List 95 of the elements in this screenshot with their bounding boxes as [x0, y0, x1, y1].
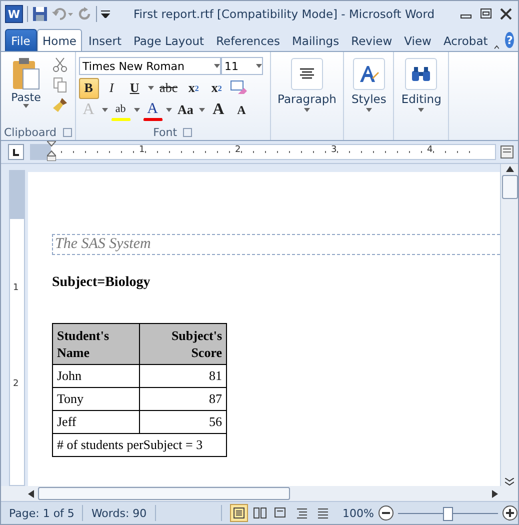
horizontal-scrollbar[interactable] — [1, 486, 518, 501]
ribbon-tab[interactable]: Insert — [82, 29, 128, 51]
font-size-field[interactable]: 11 — [220, 57, 263, 75]
caret-icon[interactable] — [166, 108, 172, 112]
column-header: Student's Name — [52, 324, 140, 364]
strikethrough-button[interactable]: abc — [156, 78, 181, 98]
vertical-ruler[interactable]: 1 2 — [9, 170, 25, 486]
highlight-button[interactable]: ab — [110, 100, 131, 120]
caret-icon[interactable] — [366, 108, 372, 112]
caret-icon[interactable] — [148, 86, 154, 90]
caret-icon[interactable] — [199, 108, 206, 112]
table-cell: 81 — [140, 364, 226, 388]
zoom-in-icon[interactable] — [502, 505, 518, 521]
table-cell: Jeff — [52, 410, 140, 434]
page-count[interactable]: Page: 1 of 5 — [1, 505, 84, 521]
book-icon — [252, 505, 268, 521]
caret-icon[interactable] — [23, 104, 29, 108]
ribbon-tab[interactable]: References — [210, 29, 286, 51]
paste-button[interactable]: Paste — [4, 55, 48, 124]
scroll-right-arrow-icon[interactable] — [492, 490, 498, 498]
clear-formatting-icon[interactable] — [230, 80, 248, 96]
file-tab[interactable]: File — [5, 29, 37, 51]
editing-button[interactable]: Editing — [397, 55, 446, 115]
ribbon-tab[interactable]: View — [398, 29, 438, 51]
group-label: Clipboard — [4, 126, 57, 138]
column-header: Subject's Score — [140, 324, 226, 364]
table-footer: # of students perSubject = 3 — [52, 434, 226, 456]
help-button[interactable]: ? — [505, 32, 514, 48]
caret-icon[interactable] — [304, 108, 310, 112]
table-cell: 56 — [140, 410, 226, 434]
word-count[interactable]: Words: 90 — [83, 505, 156, 521]
scroll-up-arrow-icon[interactable] — [506, 166, 514, 172]
customize-caret-icon[interactable] — [101, 10, 110, 18]
styles-icon — [358, 64, 380, 84]
scroll-thumb[interactable] — [502, 175, 518, 199]
scroll-left-arrow-icon[interactable] — [28, 490, 34, 498]
table-cell: Tony — [52, 388, 140, 410]
caret-icon[interactable] — [134, 108, 140, 112]
ribbon-tab[interactable]: Mailings — [286, 29, 346, 51]
ribbon-tab[interactable]: Home — [36, 29, 82, 51]
scroll-thumb[interactable] — [38, 487, 290, 500]
app-logo[interactable]: W — [5, 5, 23, 23]
align-lines-icon — [299, 67, 315, 81]
ruler-number: 2 — [235, 145, 241, 155]
scissors-icon[interactable] — [52, 57, 68, 73]
subject-heading: Subject=Biology — [52, 275, 152, 291]
print-layout-icon — [230, 505, 247, 521]
caret-icon[interactable] — [256, 64, 262, 68]
collapse-ribbon-icon[interactable] — [494, 43, 500, 51]
paragraph-button[interactable]: Paragraph — [274, 55, 340, 115]
ribbon-tab[interactable]: Page Layout — [127, 29, 210, 51]
font-name-field[interactable]: Times New Roman — [78, 57, 221, 75]
ruler-margin — [10, 171, 24, 219]
caret-icon[interactable] — [418, 108, 424, 112]
table-cell: John — [52, 364, 140, 388]
document-page[interactable]: The SAS System Subject=Biology Student's Name Subject's Score John 81 Tony 87 Jeff 56 # of students perSubject = 3 — [28, 172, 500, 486]
grow-font-button[interactable]: A — [208, 100, 228, 120]
brush-icon[interactable] — [52, 97, 68, 113]
view-ruler-icon[interactable] — [500, 145, 514, 159]
ribbon-tab[interactable]: Acrobat — [437, 29, 494, 51]
restore-icon[interactable] — [478, 7, 494, 21]
caret-icon[interactable] — [214, 64, 220, 68]
ruler-number: 1 — [13, 283, 19, 293]
ruler-number: 2 — [13, 379, 19, 389]
ribbon-tab[interactable]: Review — [345, 29, 398, 51]
page-header[interactable]: The SAS System — [52, 234, 500, 255]
view-button[interactable] — [230, 504, 248, 522]
horizontal-ruler[interactable]: 1 2 3 4 — [30, 144, 496, 160]
font-color-button[interactable]: A — [142, 100, 163, 120]
tab-stop-icon[interactable] — [8, 144, 24, 160]
table-cell: 87 — [140, 388, 226, 410]
ruler-number: 4 — [427, 145, 433, 155]
binoculars-icon — [411, 66, 432, 82]
ruler-number: 3 — [331, 145, 337, 155]
zoom-slider[interactable] — [398, 506, 498, 520]
clipboard-icon — [11, 57, 41, 91]
styles-button[interactable]: Styles — [347, 55, 390, 115]
caret-icon[interactable] — [102, 108, 108, 112]
shrink-font-button[interactable]: A — [231, 100, 252, 120]
ruler-number: 1 — [139, 145, 145, 155]
zoom-out-icon[interactable] — [378, 505, 394, 521]
bold-button[interactable]: B — [78, 78, 99, 98]
save-icon[interactable] — [32, 6, 48, 22]
indent-marker-icon[interactable] — [47, 141, 56, 161]
italic-button[interactable]: I — [102, 78, 122, 98]
close-icon[interactable] — [498, 7, 514, 21]
change-case-button[interactable]: Aa — [174, 100, 196, 120]
next-page-icon[interactable] — [505, 478, 514, 486]
slider-thumb[interactable] — [443, 507, 453, 521]
copy-icon[interactable] — [52, 77, 68, 93]
underline-button[interactable]: U — [124, 78, 145, 98]
window-title: First report.rtf [Compatibility Mode] - Microsoft Word — [132, 7, 436, 21]
zoom-percent[interactable]: 100% — [342, 506, 374, 520]
group-label: Font — [153, 126, 178, 138]
vertical-scrollbar[interactable] — [500, 164, 518, 486]
